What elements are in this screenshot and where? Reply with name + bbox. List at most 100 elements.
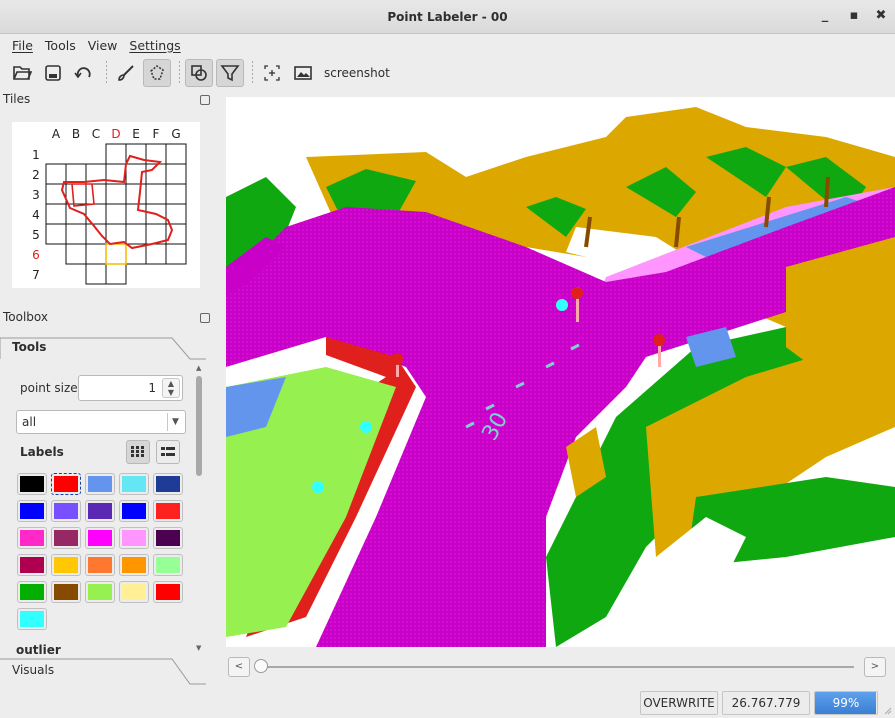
crosshair-icon[interactable]: [258, 59, 286, 87]
slider-next-button[interactable]: >: [864, 657, 886, 677]
tile-col-g: G: [171, 127, 180, 141]
label-color-fill: [54, 503, 78, 519]
polygon-select-icon[interactable]: [185, 59, 213, 87]
slider-handle[interactable]: [254, 659, 268, 673]
brush-icon[interactable]: [112, 59, 140, 87]
label-color-swatch[interactable]: [17, 554, 47, 576]
grid-view-icon[interactable]: [126, 440, 150, 464]
filter-combobox[interactable]: all ▼: [16, 410, 186, 434]
scroll-thumb[interactable]: [196, 376, 202, 476]
label-color-swatch[interactable]: [153, 473, 183, 495]
list-view-icon[interactable]: [156, 440, 180, 464]
point-size-spinbox[interactable]: 1 ▲ ▼: [78, 375, 183, 401]
outlier-heading: outlier: [16, 643, 61, 657]
point-cloud-render[interactable]: 30: [226, 97, 895, 647]
label-color-swatch[interactable]: [51, 473, 81, 495]
label-color-swatch[interactable]: [17, 581, 47, 603]
label-color-fill: [20, 557, 44, 573]
label-color-fill: [156, 503, 180, 519]
toolbox-scrollbar[interactable]: ▲ ▼: [194, 364, 204, 654]
labels-heading: Labels: [20, 445, 64, 459]
menu-bar: File Tools View Settings: [0, 34, 895, 56]
menu-file[interactable]: File: [6, 38, 39, 53]
label-color-swatch[interactable]: [153, 527, 183, 549]
tile-col-e: E: [132, 127, 140, 141]
tab-visuals-label: Visuals: [12, 663, 55, 677]
status-progress-bar: 99%: [814, 691, 878, 715]
label-color-swatch[interactable]: [85, 500, 115, 522]
label-color-swatch[interactable]: [51, 500, 81, 522]
menu-settings[interactable]: Settings: [123, 38, 186, 53]
label-color-swatch[interactable]: [17, 500, 47, 522]
label-color-swatch[interactable]: [51, 554, 81, 576]
scroll-up-icon[interactable]: ▲: [196, 364, 201, 372]
polygon-icon[interactable]: [143, 59, 171, 87]
close-button[interactable]: ✖: [872, 8, 890, 23]
label-color-fill: [122, 584, 146, 600]
label-color-fill: [20, 584, 44, 600]
slider-prev-button[interactable]: <: [228, 657, 250, 677]
scroll-down-icon[interactable]: ▼: [196, 644, 201, 652]
point-size-value[interactable]: 1: [148, 381, 156, 395]
tab-tools[interactable]: Tools: [0, 336, 206, 360]
label-color-swatch[interactable]: [153, 581, 183, 603]
label-color-swatch[interactable]: [17, 473, 47, 495]
minimize-button[interactable]: _: [816, 8, 834, 23]
open-folder-icon[interactable]: [8, 59, 36, 87]
tiles-map[interactable]: A B C D E F G 1 2 3 4 5 6 7: [12, 122, 200, 288]
label-color-swatch[interactable]: [119, 527, 149, 549]
label-color-fill: [20, 611, 44, 627]
maximize-button[interactable]: ▪: [845, 8, 863, 23]
label-color-fill: [122, 530, 146, 546]
label-color-swatch[interactable]: [17, 608, 47, 630]
resize-grip-icon[interactable]: [882, 704, 892, 715]
label-color-swatch[interactable]: [153, 554, 183, 576]
toolbar-separator: [106, 61, 107, 85]
toolbox-dock-title: Toolbox: [3, 310, 48, 324]
label-color-swatch[interactable]: [119, 581, 149, 603]
save-icon[interactable]: [39, 59, 67, 87]
label-color-fill: [122, 557, 146, 573]
tiles-float-icon[interactable]: [200, 95, 210, 105]
tile-cells[interactable]: [45, 143, 187, 285]
tile-row-3: 3: [32, 188, 40, 202]
screenshot-icon[interactable]: [289, 59, 317, 87]
progress-text: 99%: [832, 696, 860, 710]
label-color-swatch[interactable]: [51, 581, 81, 603]
label-color-swatch[interactable]: [85, 554, 115, 576]
point-cloud-viewport[interactable]: 30: [226, 97, 895, 647]
label-color-swatch[interactable]: [153, 500, 183, 522]
trajectory-path: [60, 154, 174, 250]
screenshot-label[interactable]: screenshot: [324, 66, 390, 80]
spin-arrows-icon[interactable]: ▲ ▼: [162, 378, 180, 398]
toolbox-float-icon[interactable]: [200, 313, 210, 323]
tile-row-1: 1: [32, 148, 40, 162]
label-color-swatch[interactable]: [85, 473, 115, 495]
menu-view[interactable]: View: [82, 38, 124, 53]
slider-track[interactable]: [258, 666, 854, 668]
status-mode: OVERWRITE: [640, 691, 718, 715]
label-color-swatch[interactable]: [119, 473, 149, 495]
label-color-swatch[interactable]: [85, 527, 115, 549]
label-color-swatch[interactable]: [17, 527, 47, 549]
reload-icon[interactable]: [70, 59, 98, 87]
menu-tools[interactable]: Tools: [39, 38, 82, 53]
label-color-swatch[interactable]: [51, 527, 81, 549]
label-color-fill: [156, 584, 180, 600]
tiles-dock-title: Tiles: [3, 92, 31, 106]
label-color-fill: [20, 476, 44, 492]
tab-tools-label: Tools: [12, 340, 47, 354]
window-title: Point Labeler - 00: [387, 9, 508, 24]
tiles-grid[interactable]: A B C D E F G 1 2 3 4 5 6 7: [12, 122, 200, 288]
main-toolbar: screenshot: [0, 56, 895, 90]
tab-visuals[interactable]: Visuals: [0, 658, 206, 686]
filter-icon[interactable]: [216, 59, 244, 87]
label-color-fill: [88, 503, 112, 519]
tile-row-7: 7: [32, 268, 40, 282]
chevron-down-icon[interactable]: ▼: [167, 413, 183, 431]
label-color-fill: [156, 530, 180, 546]
label-color-swatch[interactable]: [119, 554, 149, 576]
label-color-swatch[interactable]: [85, 581, 115, 603]
label-color-swatch[interactable]: [119, 500, 149, 522]
label-color-fill: [88, 476, 112, 492]
